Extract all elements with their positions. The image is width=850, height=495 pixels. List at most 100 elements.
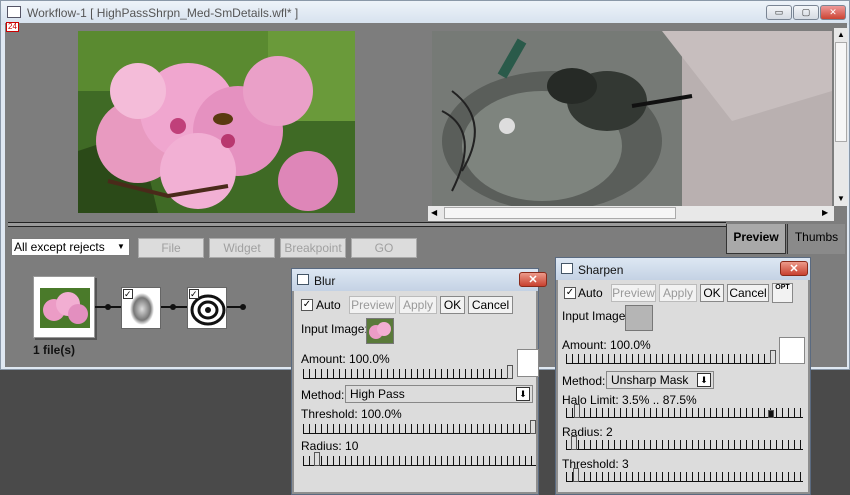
blur-preview-button[interactable]: Preview xyxy=(349,296,396,314)
blur-node[interactable]: ✓ xyxy=(121,287,161,329)
sharpen-amount-swatch xyxy=(779,337,805,364)
slider-ticks xyxy=(303,424,536,434)
sharpen-amount-slider[interactable] xyxy=(566,350,776,364)
file-count: 1 file(s) xyxy=(33,343,76,357)
blur-input-image[interactable] xyxy=(366,318,394,344)
blur-dialog-body: ✓ Auto Preview Apply OK Cancel Input Ima… xyxy=(294,291,539,492)
blur-auto-checkbox[interactable]: ✓ xyxy=(301,299,313,311)
source-thumbnail xyxy=(40,288,90,328)
blur-radius-slider[interactable] xyxy=(303,452,536,466)
scroll-up-icon[interactable]: ▲ xyxy=(837,30,845,39)
vertical-scroll-thumb[interactable] xyxy=(835,42,847,142)
slider-knob[interactable] xyxy=(507,365,513,379)
sharpen-radius-slider[interactable] xyxy=(566,436,803,450)
blur-input-image-label: Input Image: xyxy=(301,322,368,336)
pane-splitter[interactable] xyxy=(8,222,726,227)
sharpen-apply-button[interactable]: Apply xyxy=(659,284,697,302)
scroll-right-icon[interactable]: ▶ xyxy=(822,208,828,217)
blur-method-select[interactable]: High Pass ⬇ xyxy=(345,385,533,403)
sharpen-ok-button[interactable]: OK xyxy=(700,284,724,302)
sharpen-node[interactable]: ✓ xyxy=(187,287,227,329)
sharpen-preview-button[interactable]: Preview xyxy=(611,284,656,302)
sharpen-auto-checkbox[interactable]: ✓ xyxy=(564,287,576,299)
blur-auto-label: Auto xyxy=(316,298,341,312)
scroll-down-icon[interactable]: ▼ xyxy=(837,194,845,203)
sharpen-method-label: Method: xyxy=(562,374,606,388)
sharpen-dialog-titlebar[interactable]: Sharpen ✕ xyxy=(556,258,810,280)
chevron-down-icon: ▼ xyxy=(117,242,125,251)
blur-ok-button[interactable]: OK xyxy=(440,296,465,314)
slider-ticks xyxy=(566,440,803,450)
connector-dot xyxy=(170,304,176,310)
dialog-icon xyxy=(297,274,309,285)
processed-image-preview xyxy=(432,31,832,206)
file-button[interactable]: File xyxy=(138,238,204,258)
original-image-preview xyxy=(78,31,355,213)
minimize-button[interactable]: ▭ xyxy=(766,5,792,20)
slider-ticks xyxy=(303,369,513,379)
sharpen-cancel-button[interactable]: Cancel xyxy=(727,284,769,302)
widget-button[interactable]: Widget xyxy=(209,238,275,258)
slider-knob[interactable] xyxy=(314,452,320,466)
sharpen-method-select[interactable]: Unsharp Mask ⬇ xyxy=(606,371,714,389)
sharpen-input-image-label: Input Image: xyxy=(562,309,629,323)
scroll-left-icon[interactable]: ◀ xyxy=(431,208,437,217)
blur-amount-swatch xyxy=(517,349,539,377)
halo-high-knob[interactable] xyxy=(768,410,774,418)
slider-ticks xyxy=(303,456,536,466)
sharpen-auto-label: Auto xyxy=(578,286,603,300)
sharpen-threshold-slider[interactable] xyxy=(566,468,803,482)
blur-cancel-button[interactable]: Cancel xyxy=(468,296,513,314)
sharpen-node-checkbox[interactable]: ✓ xyxy=(189,289,199,299)
maximize-button[interactable]: ▢ xyxy=(793,5,819,20)
blur-dialog-title: Blur xyxy=(314,274,336,288)
blur-dialog: Blur ✕ ✓ Auto Preview Apply OK Cancel In… xyxy=(291,268,547,495)
slider-knob[interactable] xyxy=(571,436,577,450)
tab-preview[interactable]: Preview xyxy=(726,224,786,254)
blur-radius-label: Radius: 10 xyxy=(301,439,359,453)
connector-dot xyxy=(105,304,111,310)
slider-ticks xyxy=(566,472,803,482)
go-button[interactable]: GO xyxy=(351,238,417,258)
blur-method-value: High Pass xyxy=(350,387,405,401)
source-node[interactable] xyxy=(33,276,95,338)
horizontal-scrollbar[interactable]: ◀ ▶ xyxy=(428,206,834,221)
blur-threshold-slider[interactable] xyxy=(303,420,536,434)
blur-threshold-label: Threshold: 100.0% xyxy=(301,407,402,421)
blur-node-checkbox[interactable]: ✓ xyxy=(123,289,133,299)
sharpen-dialog-title: Sharpen xyxy=(578,263,624,277)
horizontal-scroll-thumb[interactable] xyxy=(444,207,676,219)
blur-close-button[interactable]: ✕ xyxy=(519,272,547,287)
filter-select-value: All except rejects xyxy=(14,240,105,254)
blur-method-label: Method: xyxy=(301,388,345,402)
dialog-icon xyxy=(561,263,573,274)
sharpen-options-button[interactable]: OPT xyxy=(772,283,793,303)
breakpoint-button[interactable]: Breakpoint xyxy=(280,238,346,258)
blur-amount-label: Amount: 100.0% xyxy=(301,352,390,366)
connector-dot xyxy=(240,304,246,310)
status-tag: 24 xyxy=(6,22,19,32)
slider-knob[interactable] xyxy=(770,350,776,364)
filter-select[interactable]: All except rejects ▼ xyxy=(11,238,130,256)
sharpen-close-button[interactable]: ✕ xyxy=(780,261,808,276)
sharpen-dialog: Sharpen ✕ ✓ Auto Preview Apply OK Cancel… xyxy=(555,257,811,495)
sharpen-input-image[interactable] xyxy=(625,305,653,331)
title-bar[interactable]: Workflow-1 [ HighPassShrpn_Med-SmDetails… xyxy=(1,1,849,25)
slider-knob[interactable] xyxy=(530,420,536,434)
blur-amount-slider[interactable] xyxy=(303,365,513,379)
window-icon xyxy=(7,6,21,18)
sharpen-dialog-body: ✓ Auto Preview Apply OK Cancel OPT Input… xyxy=(558,280,808,492)
sharpen-halo-slider[interactable] xyxy=(566,404,803,418)
tab-thumbs[interactable]: Thumbs xyxy=(787,224,845,254)
blur-dialog-titlebar[interactable]: Blur ✕ xyxy=(292,269,547,291)
chevron-down-icon: ⬇ xyxy=(516,387,530,401)
slider-ticks xyxy=(566,354,776,364)
chevron-down-icon: ⬇ xyxy=(697,373,711,387)
halo-low-knob[interactable] xyxy=(574,404,580,418)
vertical-scrollbar[interactable]: ▲ ▼ xyxy=(834,28,848,206)
sharpen-method-value: Unsharp Mask xyxy=(611,373,689,387)
close-button[interactable]: ✕ xyxy=(820,5,846,20)
slider-knob[interactable] xyxy=(573,468,579,482)
window-title: Workflow-1 [ HighPassShrpn_Med-SmDetails… xyxy=(27,6,299,20)
blur-apply-button[interactable]: Apply xyxy=(399,296,437,314)
